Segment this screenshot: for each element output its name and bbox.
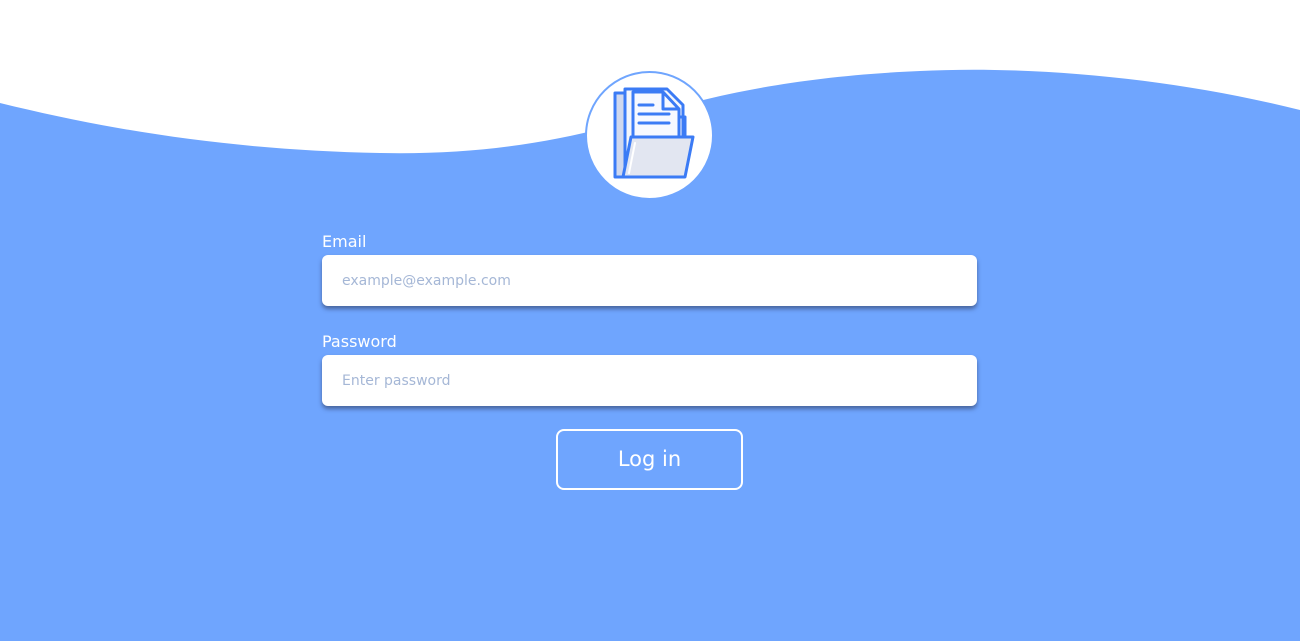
open-folder-document-icon — [613, 87, 695, 179]
login-page: Email Password Log in — [0, 0, 1300, 641]
email-group: Email — [322, 232, 977, 306]
password-label: Password — [322, 332, 397, 351]
password-field[interactable] — [322, 355, 977, 406]
login-form: Email Password — [322, 232, 977, 406]
login-button[interactable]: Log in — [556, 429, 743, 490]
email-label: Email — [322, 232, 367, 251]
logo — [585, 71, 714, 200]
password-group: Password — [322, 332, 977, 406]
email-field[interactable] — [322, 255, 977, 306]
